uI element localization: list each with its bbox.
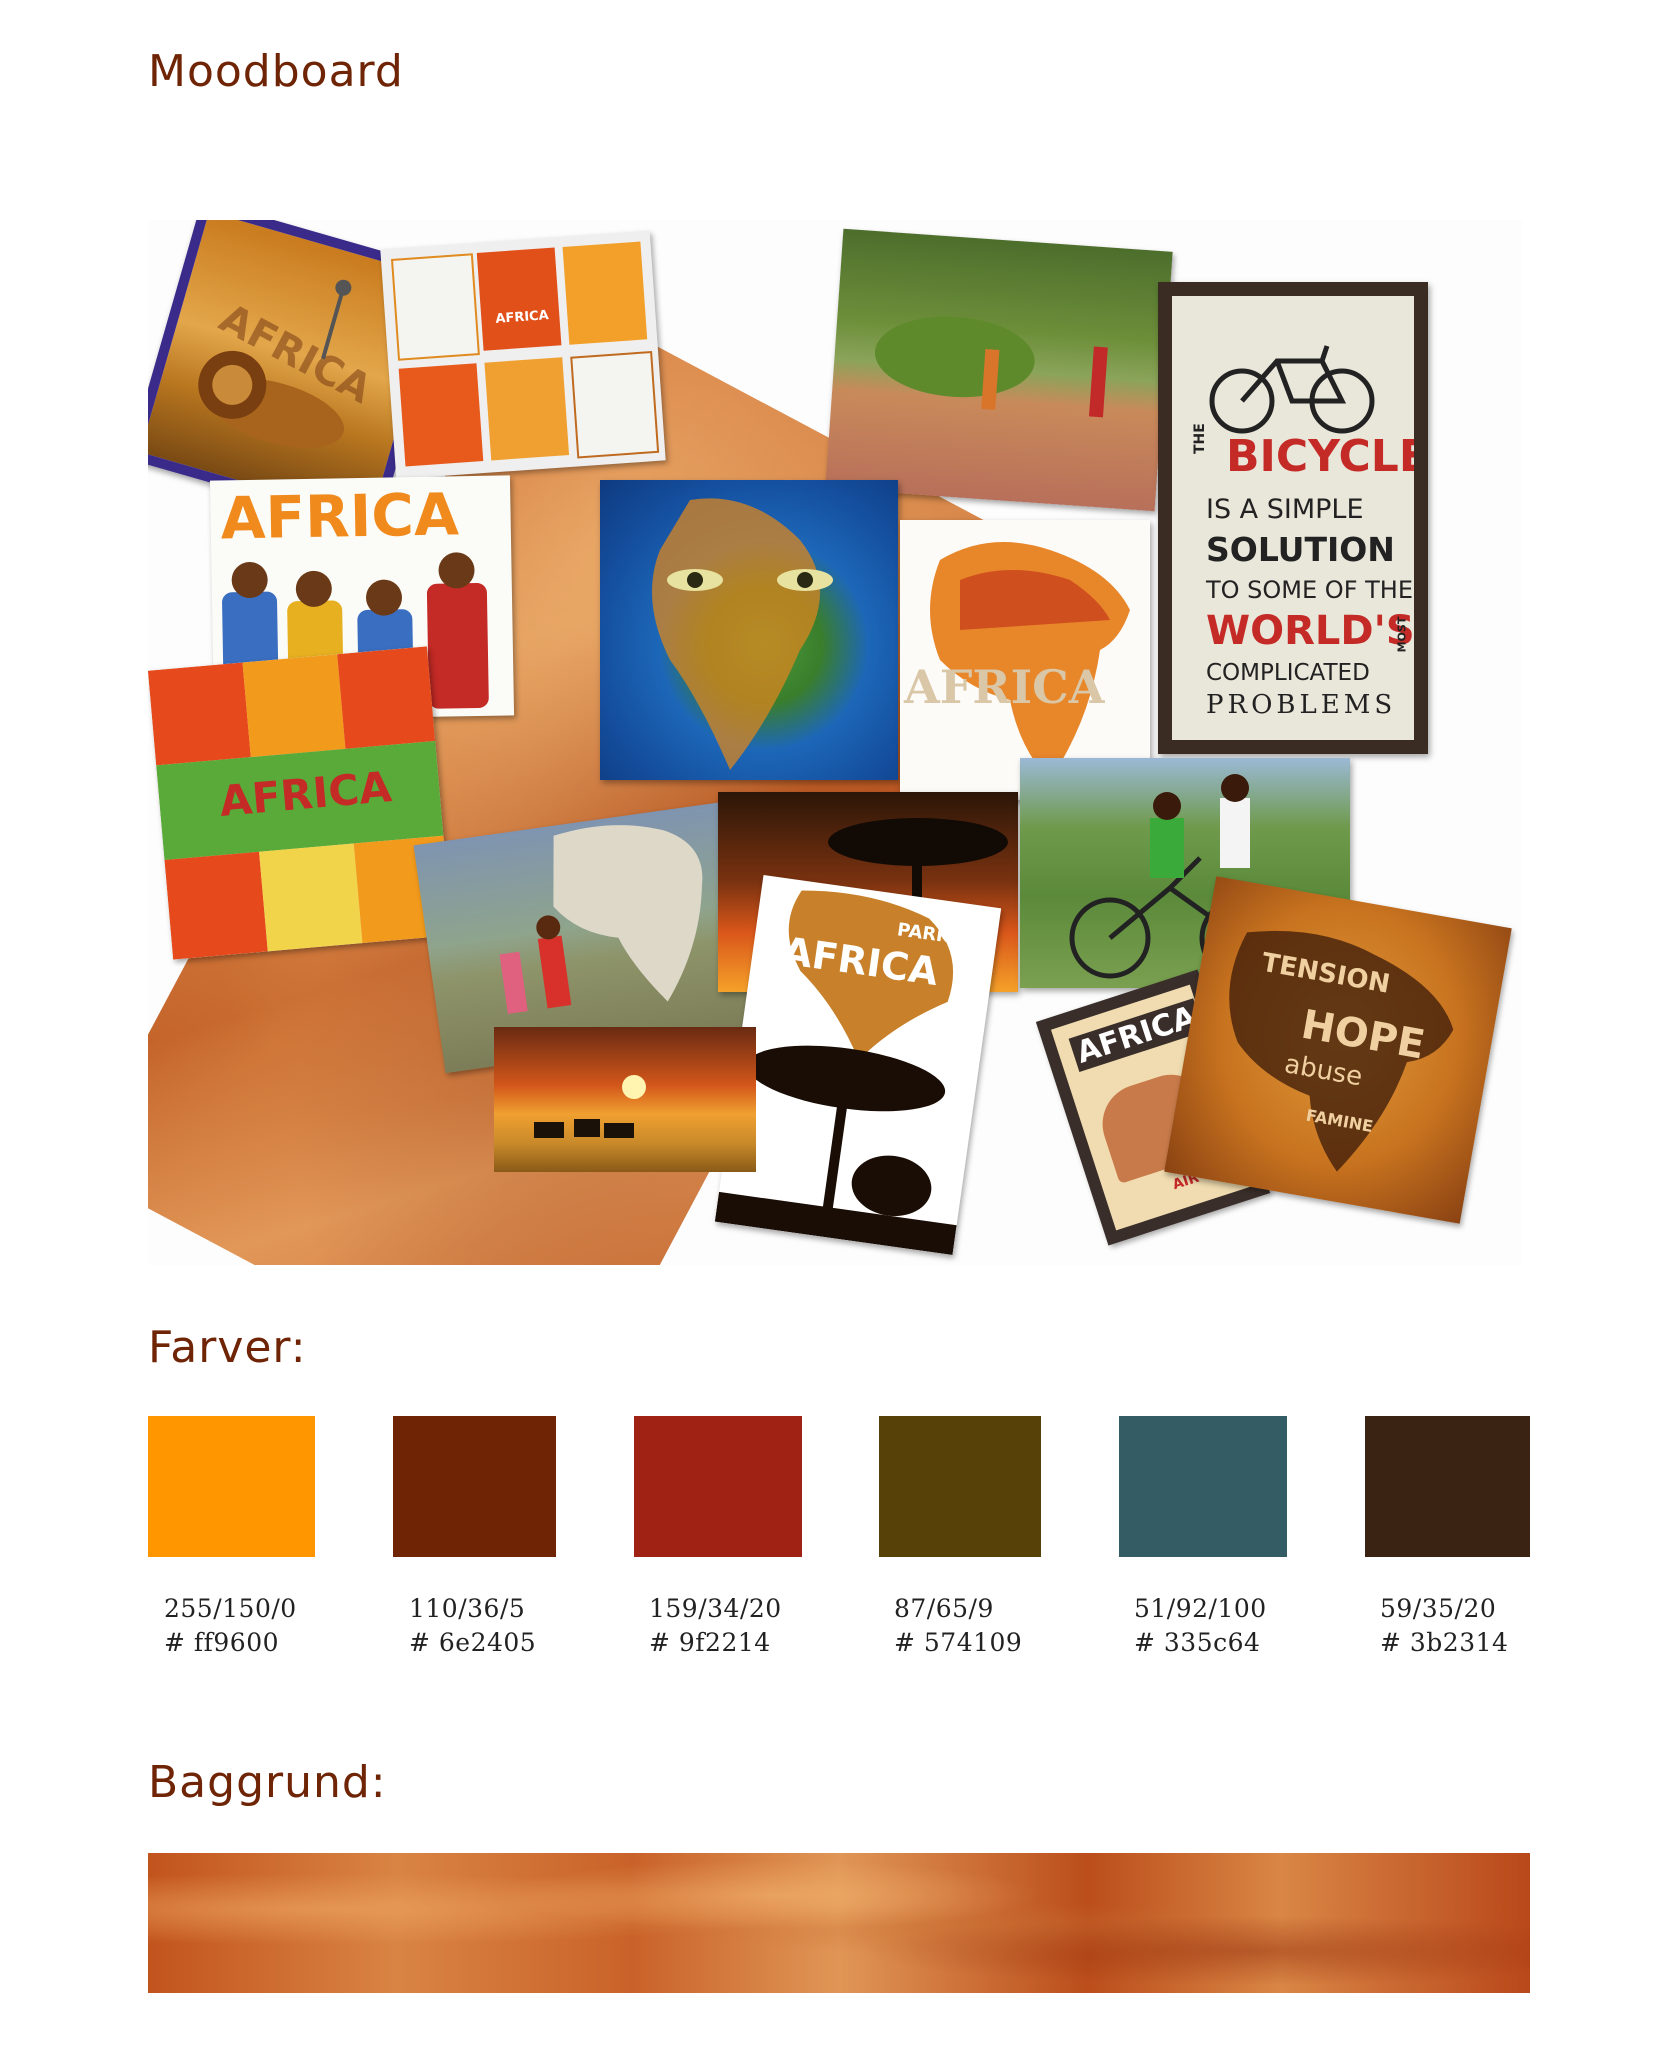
rgb-value: 87/65/9 [894,1594,994,1623]
sign-problems-text: PROBLEMS [1206,690,1397,720]
sign-complicated-text: COMPLICATED [1206,660,1370,686]
africa-words-map: TENSION HOPE abuse FAMINE [1164,876,1512,1224]
park-silhouettes [714,890,957,1255]
hex-value: # 574109 [894,1628,1023,1657]
swatch-orange [148,1416,315,1557]
savanna-sunset-photo [494,1027,756,1172]
hex-value: # ff9600 [164,1628,280,1657]
swatch-red [634,1416,802,1557]
rgb-value: 51/92/100 [1134,1594,1267,1623]
hex-value: # 3b2314 [1380,1628,1509,1657]
swatch-olive [879,1416,1041,1557]
swatch-code-orange: 255/150/0 # ff9600 [164,1592,297,1660]
sign-the-text: THE [1192,423,1208,454]
swatch-code-teal: 51/92/100 # 335c64 [1134,1592,1267,1660]
bike-road-photo [825,228,1173,512]
rgb-value: 159/34/20 [649,1594,782,1623]
kids-africa-title: AFRICA [219,480,460,553]
swatch-code-red: 159/34/20 # 9f2214 [649,1592,782,1660]
sign-line5-text: TO SOME OF THE [1206,576,1413,604]
sign-worlds-text: WORLD'S [1206,608,1415,654]
zebras-silhouette [534,1075,646,1138]
moodboard-heading: Moodboard [148,46,404,97]
sign-line3-text: IS A SIMPLE [1206,494,1364,525]
stamps-grid-image: AFRICA [380,230,666,480]
map-africa-text: AFRICA [904,660,1105,714]
swatch-teal [1119,1416,1287,1557]
road-scene [874,316,1108,418]
sign-bicycle-text: BICYCLE [1226,431,1428,482]
background-heading: Baggrund: [148,1757,387,1808]
swatch-brown [393,1416,556,1557]
moodboard-collage: AFRICA AFRICA THE BICYCLE IS A SIMPLE SO… [148,220,1522,1265]
africa-park-poster: AFRICA PARK [714,875,1002,1255]
painted-face-photo [600,480,898,780]
face-features [652,498,833,770]
rgb-value: 110/36/5 [409,1594,526,1623]
swatch-dark-brown [1365,1416,1530,1557]
rgb-value: 59/35/20 [1380,1594,1497,1623]
bicycle-icon [1209,345,1375,434]
sign-most-text: MOST [1395,616,1409,653]
hex-value: # 9f2214 [649,1628,771,1657]
lion-illustration [198,279,352,448]
africa-icons-grid: AFRICA [148,646,453,960]
hex-value: # 335c64 [1134,1628,1261,1657]
sign-solution-text: SOLUTION [1206,530,1395,569]
colors-heading: Farver: [148,1322,307,1373]
swatch-code-brown: 110/36/5 # 6e2405 [409,1592,536,1660]
bicycle-sign-image: THE BICYCLE IS A SIMPLE SOLUTION TO SOME… [1158,282,1428,754]
rgb-value: 255/150/0 [164,1594,297,1623]
background-texture-strip [148,1853,1530,1993]
swatch-code-olive: 87/65/9 # 574109 [894,1592,1022,1660]
swatch-code-dark-brown: 59/35/20 # 3b2314 [1380,1592,1508,1660]
hex-value: # 6e2405 [409,1628,537,1657]
